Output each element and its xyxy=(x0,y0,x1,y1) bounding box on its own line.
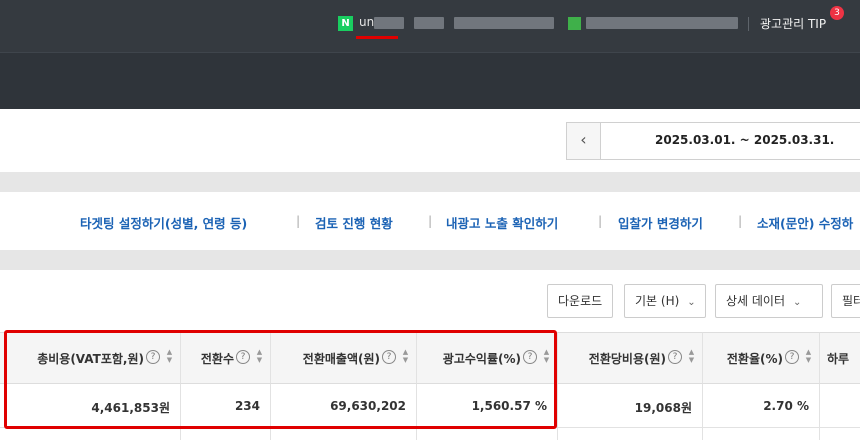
table-cell xyxy=(820,384,860,428)
table-row-partial xyxy=(703,428,820,440)
table-row-partial xyxy=(558,428,703,440)
column-header-conversion-rate[interactable]: 전환율(%) ? ▲ ▼ xyxy=(703,332,820,384)
link-separator: | xyxy=(296,213,301,228)
masked-text xyxy=(454,17,554,29)
table-row-partial xyxy=(271,428,417,440)
masked-text xyxy=(414,17,444,29)
link-change-bid[interactable]: 입찰가 변경하기 xyxy=(618,213,703,232)
masked-text xyxy=(586,17,738,29)
download-label: 다운로드 xyxy=(558,294,603,308)
table-row-partial xyxy=(0,428,181,440)
table-cell: 2.70 % xyxy=(703,384,820,428)
help-icon[interactable]: ? xyxy=(785,350,799,364)
link-review-status[interactable]: 검토 진행 현황 xyxy=(315,213,393,232)
sort-icon[interactable]: ▲ ▼ xyxy=(687,348,696,364)
chevron-down-icon: ⌄ xyxy=(687,297,696,308)
user-id[interactable]: un xyxy=(359,15,374,29)
date-range-selector[interactable]: ‹ 2025.03.01. ~ 2025.03.31. xyxy=(566,122,860,160)
section-divider xyxy=(0,172,860,192)
ad-management-tip-link[interactable]: 광고관리 TIP xyxy=(760,15,826,32)
naver-logo-icon: N xyxy=(338,16,353,31)
conversion-rate-value: 2.70 % xyxy=(763,399,809,413)
section-divider xyxy=(0,250,860,270)
help-icon[interactable]: ? xyxy=(668,350,682,364)
link-edit-creative[interactable]: 소재(문안) 수정하 xyxy=(757,213,853,232)
basic-view-label: 기본 (H) xyxy=(635,294,680,308)
divider xyxy=(748,17,749,31)
column-header-cost-per-conversion[interactable]: 전환당비용(원) ? ▲ ▼ xyxy=(558,332,703,384)
date-range-value[interactable]: 2025.03.01. ~ 2025.03.31. xyxy=(655,133,834,147)
notification-badge: 3 xyxy=(830,6,844,20)
detail-data-dropdown[interactable]: 상세 데이터 ⌄ xyxy=(715,284,823,318)
quick-links-bar: 타겟팅 설정하기(성별, 연령 등) | 검토 진행 현황 | 내광고 노출 확… xyxy=(0,192,860,250)
link-separator: | xyxy=(738,213,743,228)
download-button[interactable]: 다운로드 xyxy=(547,284,614,318)
highlight-box xyxy=(4,330,557,429)
column-header-label: 전환율(%) xyxy=(726,352,783,366)
basic-view-dropdown[interactable]: 기본 (H) ⌄ xyxy=(624,284,706,318)
filter-label: 필터 xyxy=(842,294,860,308)
column-header-label: 하루 xyxy=(827,352,850,366)
table-row-partial xyxy=(417,428,558,440)
chevron-down-icon: ⌄ xyxy=(793,297,802,308)
link-separator: | xyxy=(428,213,433,228)
link-ad-exposure-check[interactable]: 내광고 노출 확인하기 xyxy=(446,213,558,232)
filter-button[interactable]: 필터 xyxy=(831,284,860,318)
table-cell: 19,068원 xyxy=(558,384,703,428)
secondary-navigation-bar xyxy=(0,52,860,109)
table-row-partial xyxy=(181,428,271,440)
column-header-daily[interactable]: 하루 xyxy=(820,332,860,384)
top-navigation-bar: N un 광고관리 TIP 3 xyxy=(0,0,860,52)
link-targeting-settings[interactable]: 타겟팅 설정하기(성별, 연령 등) xyxy=(80,213,247,232)
link-separator: | xyxy=(598,213,603,228)
account-icon xyxy=(568,17,581,30)
column-header-label: 전환당비용(원) xyxy=(588,352,666,366)
chevron-left-icon[interactable]: ‹ xyxy=(567,123,601,159)
user-id-highlight xyxy=(356,36,398,39)
masked-text xyxy=(374,17,404,29)
cost-per-conversion-value: 19,068원 xyxy=(634,401,692,415)
detail-data-label: 상세 데이터 xyxy=(726,294,786,308)
sort-icon[interactable]: ▲ ▼ xyxy=(804,348,813,364)
